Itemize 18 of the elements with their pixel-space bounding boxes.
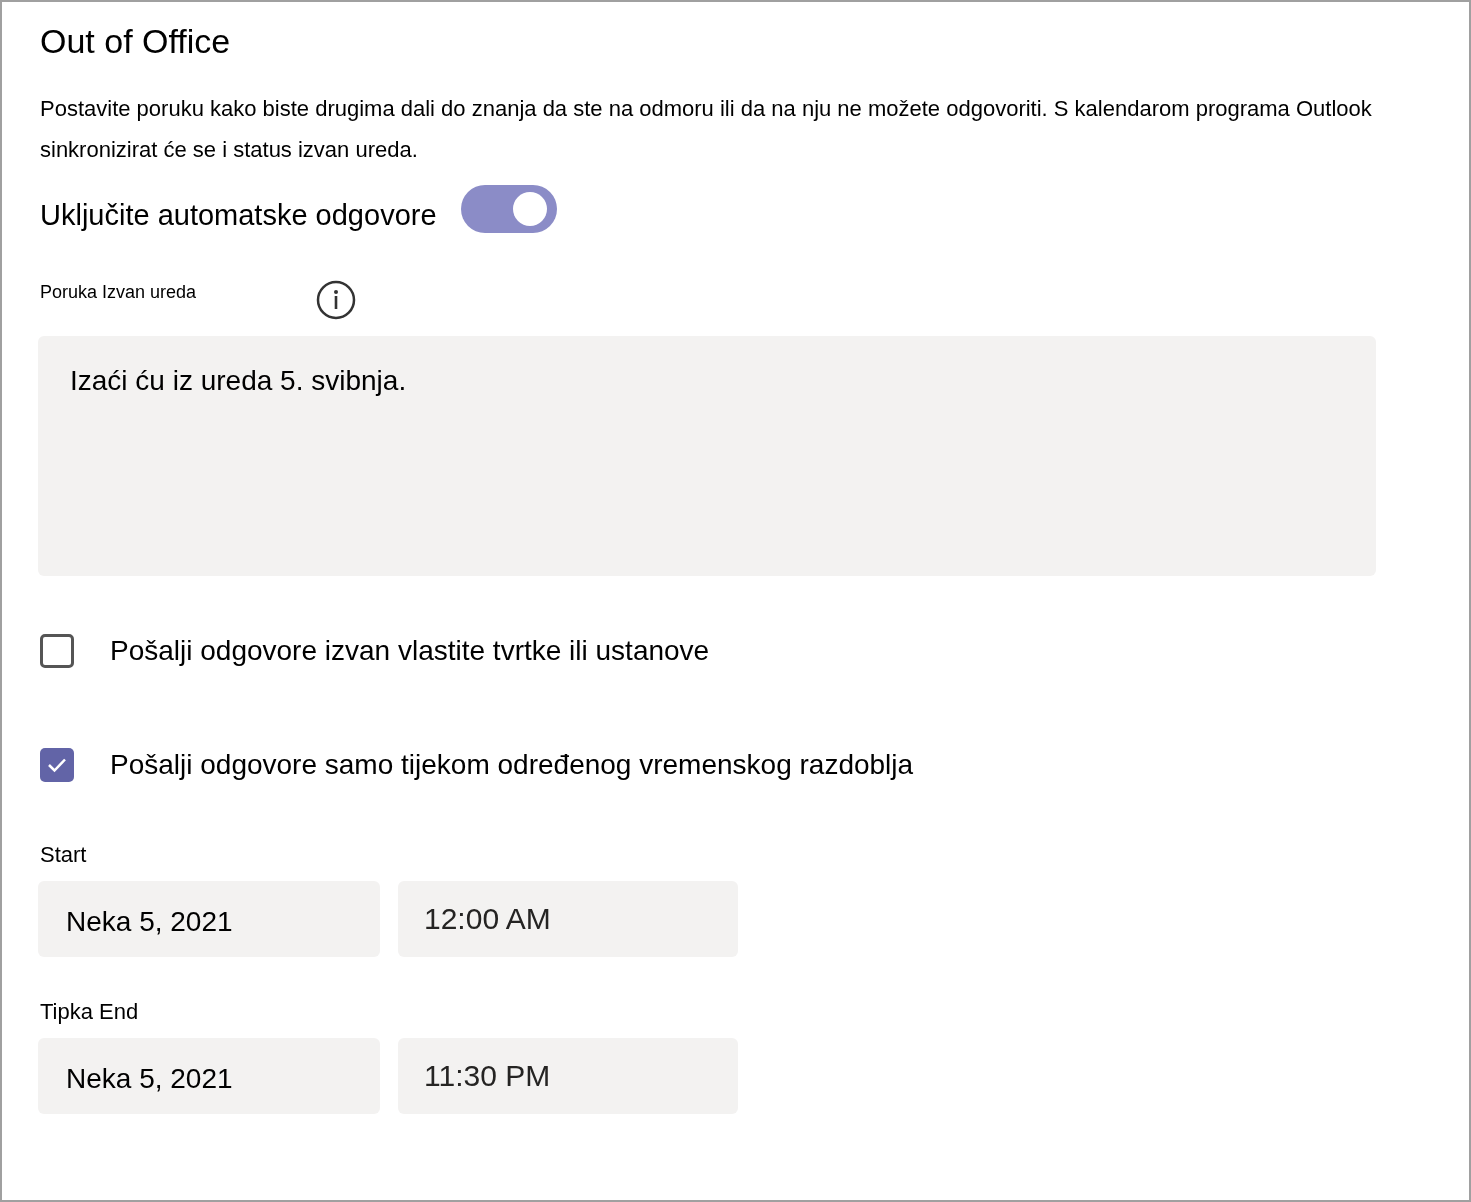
- message-field[interactable]: Izaći ću iz ureda 5. svibnja.: [38, 335, 1376, 576]
- page-title: Out of Office: [40, 21, 232, 62]
- time-field[interactable]: 11:30 PM: [398, 1037, 738, 1114]
- checkbox[interactable]: [40, 633, 74, 668]
- date-field[interactable]: Neka 5, 2021: [38, 880, 380, 957]
- checkbox-label: Pošalji odgovore samo tijekom određenog vremenskog razdoblja: [110, 747, 914, 782]
- field-label: Tipka End: [40, 997, 139, 1026]
- date-field[interactable]: Neka 5, 2021: [38, 1037, 380, 1114]
- toggle-switch[interactable]: [460, 184, 557, 233]
- field-label: Start: [40, 840, 87, 869]
- info-icon[interactable]: [316, 279, 357, 320]
- checkbox[interactable]: [40, 747, 74, 782]
- checkbox-label: Pošalji odgovore izvan vlastite tvrtke ili ustanove: [110, 633, 710, 668]
- toggle-label: Uključite automatske odgovore: [40, 198, 437, 233]
- time-field[interactable]: 12:00 AM: [398, 880, 738, 957]
- field-label: Poruka Izvan ureda: [40, 281, 197, 304]
- check-icon: [47, 756, 67, 773]
- description: Postavite poruku kako biste drugima dali do znanja da ste na odmoru ili da na nju ne možete odgovoriti. S kalendarom programa Outlook sinkronizirat će se i status izvan ureda.: [40, 95, 1373, 164]
